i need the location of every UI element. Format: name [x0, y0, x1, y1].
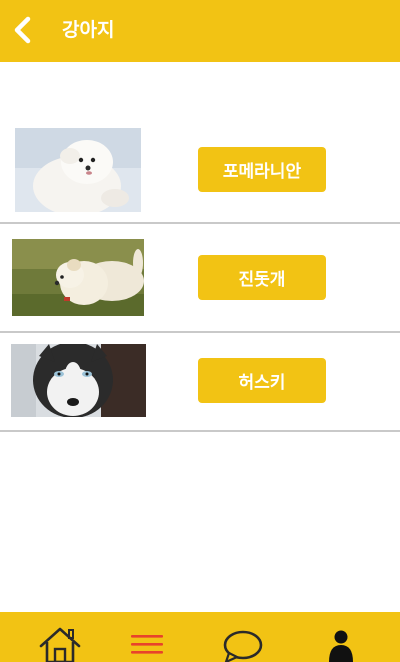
breed-button-jindo[interactable]: 진돗개	[198, 255, 326, 300]
person-icon	[329, 630, 353, 662]
nav-menu[interactable]	[125, 626, 169, 662]
nav-home[interactable]	[38, 626, 82, 662]
nav-profile[interactable]	[319, 626, 363, 662]
chevron-left-icon	[14, 16, 31, 44]
page-title: 강아지	[62, 19, 115, 41]
bottom-nav	[0, 612, 400, 662]
breed-button-husky[interactable]: 허스키	[198, 358, 326, 403]
nav-chat[interactable]	[221, 626, 265, 662]
back-button[interactable]	[8, 13, 36, 47]
pomeranian-photo[interactable]	[15, 128, 141, 212]
breed-button-pomeranian[interactable]: 포메라니안	[198, 147, 326, 192]
divider	[0, 430, 400, 432]
home-icon	[39, 627, 81, 662]
divider	[0, 222, 400, 224]
menu-icon	[131, 635, 163, 654]
app-header: 강아지	[0, 0, 400, 62]
chat-bubble-icon	[223, 630, 263, 662]
jindo-photo[interactable]	[12, 239, 144, 316]
divider	[0, 331, 400, 333]
husky-photo[interactable]	[11, 344, 146, 417]
